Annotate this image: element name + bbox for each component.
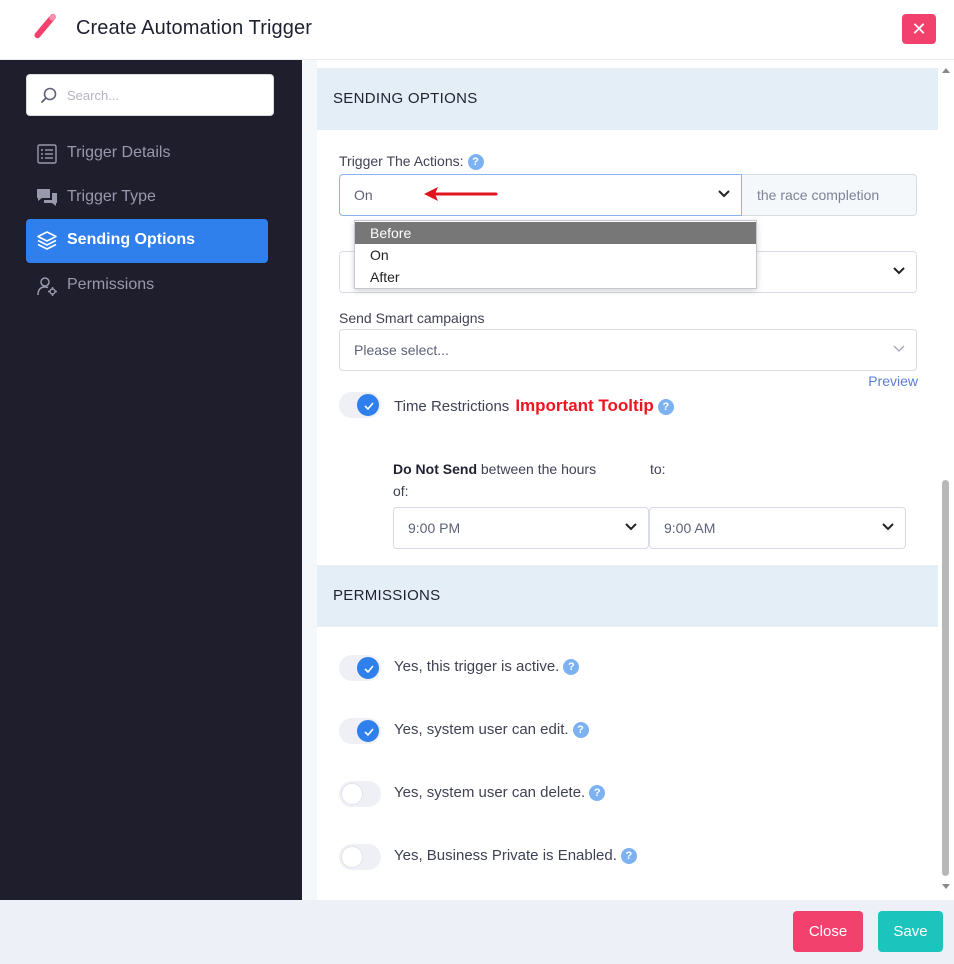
- modal-header: Create Automation Trigger ✕: [0, 0, 954, 60]
- preview-link[interactable]: Preview: [868, 373, 918, 389]
- chevron-down-icon: [718, 190, 730, 198]
- modal-title: Create Automation Trigger: [76, 17, 312, 39]
- trigger-timing-options: Before On After: [354, 220, 757, 289]
- chevron-down-icon: [882, 523, 894, 531]
- scroll-up-arrow-icon[interactable]: [942, 68, 950, 73]
- help-icon[interactable]: ?: [657, 399, 674, 415]
- user-gear-icon: [37, 277, 57, 296]
- content-area: SENDING OPTIONS Trigger The Actions:? On…: [302, 60, 954, 900]
- to-time-select[interactable]: 9:00 AM: [649, 507, 906, 549]
- smart-campaigns-select[interactable]: Please select...: [339, 329, 917, 371]
- chevron-down-icon: [625, 523, 637, 531]
- sidebar-item-sending-options[interactable]: Sending Options: [26, 219, 268, 263]
- layers-icon: [37, 231, 57, 250]
- sidebar-item-trigger-type[interactable]: Trigger Type: [26, 176, 268, 220]
- time-restrictions-label: Time Restrictions Important Tooltip?: [394, 396, 674, 416]
- from-time-select[interactable]: 9:00 PM: [393, 507, 649, 549]
- user-can-edit-label: Yes, system user can edit.?: [394, 721, 589, 738]
- user-can-edit-toggle[interactable]: [339, 718, 381, 744]
- sidebar-item-permissions[interactable]: Permissions: [26, 264, 268, 308]
- help-icon[interactable]: ?: [589, 785, 606, 801]
- smart-campaigns-label: Send Smart campaigns: [339, 310, 485, 326]
- user-can-delete-label: Yes, system user can delete.?: [394, 784, 606, 801]
- pencil-icon: [34, 13, 56, 39]
- option-after[interactable]: After: [355, 266, 756, 288]
- sidebar-item-label: Permissions: [67, 276, 155, 293]
- automation-trigger-modal: Create Automation Trigger ✕ Trigger Deta…: [0, 0, 954, 964]
- business-private-toggle[interactable]: [339, 844, 381, 870]
- trigger-active-label: Yes, this trigger is active.?: [394, 658, 580, 675]
- trigger-timing-select[interactable]: On: [339, 174, 742, 216]
- check-icon: [364, 665, 374, 674]
- modal-footer: Close Save: [0, 900, 954, 964]
- sidebar: Trigger Details Trigger Type Sending Opt…: [0, 60, 302, 900]
- important-tooltip-text: Important Tooltip: [515, 396, 654, 415]
- scroll-down-arrow-icon[interactable]: [942, 884, 950, 889]
- close-button[interactable]: Close: [793, 911, 863, 952]
- chevron-down-icon: [893, 345, 905, 352]
- search-input[interactable]: [67, 83, 267, 107]
- scrollbar-thumb[interactable]: [942, 480, 949, 876]
- option-before[interactable]: Before: [355, 222, 756, 244]
- sidebar-item-trigger-details[interactable]: Trigger Details: [26, 132, 268, 176]
- search-box: [26, 74, 274, 116]
- help-icon[interactable]: ?: [467, 154, 484, 170]
- section-title: SENDING OPTIONS: [333, 90, 478, 107]
- user-can-delete-toggle[interactable]: [339, 781, 381, 807]
- option-on[interactable]: On: [355, 244, 756, 266]
- annotation-arrow-icon: [424, 187, 498, 201]
- trigger-addon: the race completion: [742, 174, 917, 216]
- help-icon[interactable]: ?: [563, 659, 580, 675]
- search-icon: [41, 87, 57, 103]
- permissions-header: PERMISSIONS: [317, 565, 939, 627]
- to-label: to:: [650, 461, 666, 477]
- help-icon[interactable]: ?: [620, 848, 637, 864]
- check-icon: [364, 728, 374, 737]
- list-icon: [37, 144, 57, 164]
- help-icon[interactable]: ?: [572, 722, 589, 738]
- sidebar-item-label: Sending Options: [67, 231, 195, 248]
- time-restrictions-toggle[interactable]: [339, 392, 381, 418]
- sidebar-item-label: Trigger Details: [67, 144, 171, 161]
- do-not-send-label: Do Not Send between the hours of:: [393, 461, 597, 499]
- content-scrollbar[interactable]: [938, 60, 954, 900]
- chevron-down-icon: [893, 267, 905, 275]
- check-icon: [364, 402, 374, 411]
- trigger-active-toggle[interactable]: [339, 655, 381, 681]
- business-private-label: Yes, Business Private is Enabled.?: [394, 847, 637, 864]
- save-button[interactable]: Save: [878, 911, 943, 952]
- trigger-actions-label: Trigger The Actions:?: [339, 153, 484, 170]
- section-title: PERMISSIONS: [333, 587, 441, 604]
- sidebar-item-label: Trigger Type: [67, 188, 156, 205]
- close-icon-button[interactable]: ✕: [902, 14, 936, 44]
- form-panel: SENDING OPTIONS Trigger The Actions:? On…: [317, 60, 939, 900]
- chat-bubbles-icon: [37, 189, 57, 206]
- sending-options-header: SENDING OPTIONS: [317, 68, 939, 130]
